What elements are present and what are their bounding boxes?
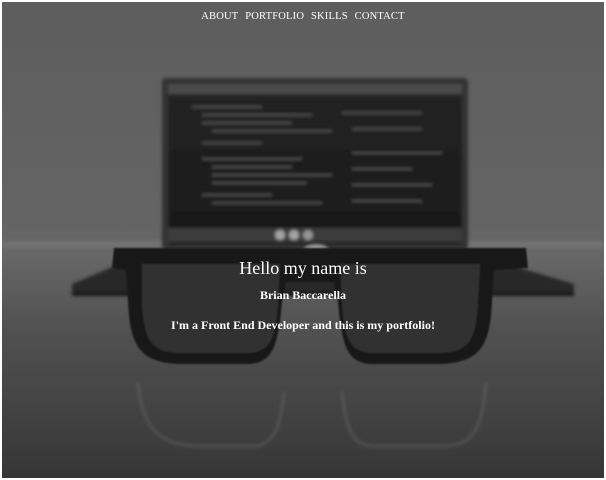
nav-link-portfolio[interactable]: PORTFOLIO (245, 11, 304, 22)
nav-link-about[interactable]: ABOUT (201, 11, 238, 22)
nav-link-contact[interactable]: CONTACT (355, 11, 405, 22)
hero-tagline: I'm a Front End Developer and this is my… (171, 318, 435, 332)
nav-link-skills[interactable]: SKILLS (311, 11, 348, 22)
page: ABOUT PORTFOLIO SKILLS CONTACT Hello my … (0, 0, 606, 480)
hero-section: ABOUT PORTFOLIO SKILLS CONTACT Hello my … (2, 2, 604, 478)
hero-background-image (2, 2, 604, 478)
top-nav: ABOUT PORTFOLIO SKILLS CONTACT (2, 11, 604, 22)
hero-greeting: Hello my name is (239, 258, 367, 278)
hero-name: Brian Baccarella (259, 288, 347, 302)
